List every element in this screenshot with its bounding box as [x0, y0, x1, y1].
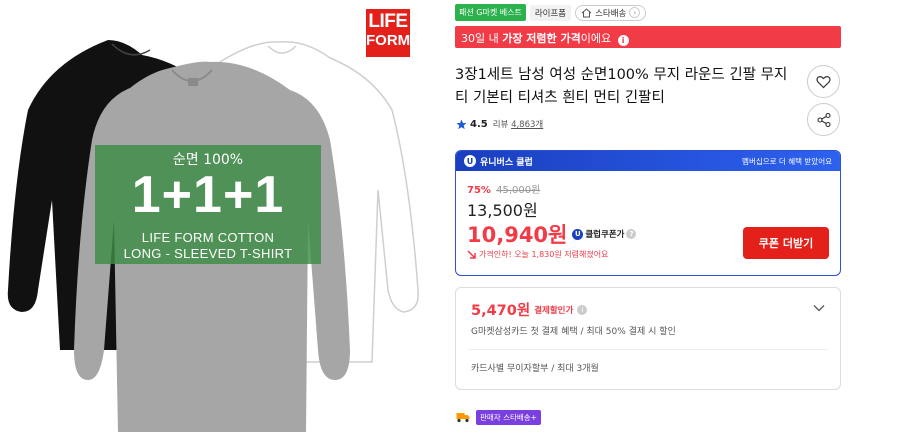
banner-highlight: 가장 저렴한 가격: [502, 32, 581, 45]
product-image[interactable]: LIFE FORM 순면 100% 1+1+1 LIFE FORM COTTON…: [0, 0, 440, 432]
sale-price: 13,500원: [467, 201, 538, 220]
heart-icon: [816, 75, 831, 88]
price-drop-notice: 가격인하! 오늘 1,830원 저렴해졌어요: [467, 249, 608, 260]
payment-price-label: 결제할인가: [534, 305, 574, 316]
lowest-price-banner: 30일 내 가장 저렴한 가격이에요 i: [455, 26, 841, 48]
chevron-down-icon[interactable]: [813, 302, 825, 314]
coupon-price-row: 10,940원 U 클럽쿠폰가 ?: [467, 219, 637, 249]
banner-suffix: 이에요: [580, 32, 612, 45]
payment-info-icon[interactable]: i: [577, 304, 588, 315]
review-count: 4,863개: [511, 120, 544, 130]
club-title-text: 유니버스 클럽: [480, 157, 533, 168]
wishlist-button[interactable]: [807, 65, 840, 98]
original-price: 45,000원: [496, 185, 541, 196]
review-link[interactable]: 리뷰 4,863개: [493, 118, 544, 130]
product-title: 3장1세트 남성 여성 순면100% 무지 라운드 긴팔 무지티 기본티 티셔츠…: [455, 67, 788, 106]
review-label: 리뷰: [492, 120, 509, 130]
promo-bundle-text: 1+1+1: [131, 166, 285, 224]
home-icon: [581, 7, 592, 17]
price-drop-text: 가격인하! 오늘 1,830원 저렴해졌어요: [479, 250, 609, 259]
truck-icon: [456, 413, 470, 423]
payment-discount-box[interactable]: 5,470원 결제할인가 i G마켓삼성카드 첫 결제 혜택 / 최대 50% …: [455, 287, 841, 390]
best-badge[interactable]: 패션 G마켓 베스트: [455, 4, 526, 21]
share-icon: [816, 112, 831, 127]
logo-text-line1: LIFE: [368, 11, 408, 32]
club-benefit-link[interactable]: 멤버십으로 더 혜택 받았어요: [742, 156, 832, 167]
promo-overlay: 순면 100% 1+1+1 LIFE FORM COTTON LONG - SL…: [95, 145, 321, 264]
rating-score: 4.5: [470, 118, 488, 130]
discount-row: 75% 45,000원: [467, 181, 540, 196]
seller-star-delivery-badge[interactable]: 판매자 스타배송+: [476, 410, 541, 425]
coupon-price: 10,940원: [467, 223, 568, 247]
info-icon[interactable]: i: [617, 35, 629, 46]
help-icon[interactable]: ?: [626, 229, 637, 239]
chevron-right-icon: ›: [629, 7, 641, 18]
star-shipping-label: 스타배송: [595, 8, 627, 19]
installment-info: 카드사별 무이자할부 / 최대 3개월: [471, 364, 599, 374]
club-header: U 유니버스 클럽 멤버십으로 더 혜택 받았어요: [456, 151, 840, 171]
star-icon: [456, 119, 467, 129]
club-price-box: U 유니버스 클럽 멤버십으로 더 혜택 받았어요 75% 45,000원 13…: [455, 150, 841, 276]
discount-rate: 75%: [467, 185, 491, 196]
down-arrow-icon: [467, 250, 476, 259]
badge-row: 패션 G마켓 베스트 라이프폼 스타배송 ›: [455, 4, 647, 21]
coupon-label-text: 클럽쿠폰가: [585, 230, 625, 240]
share-button[interactable]: [807, 103, 840, 136]
star-shipping-link[interactable]: 스타배송 ›: [575, 4, 647, 21]
payment-price: 5,470원: [471, 303, 531, 319]
payment-price-row: 5,470원 결제할인가 i: [471, 299, 588, 320]
get-coupon-button[interactable]: 쿠폰 더받기: [743, 227, 829, 259]
promo-brand-text: LIFE FORM COTTON: [141, 230, 275, 245]
coupon-label: U 클럽쿠폰가 ?: [572, 228, 637, 240]
promo-product-text: LONG - SLEEVED T-SHIRT: [123, 246, 293, 261]
store-link[interactable]: 라이프폼: [529, 4, 572, 21]
club-coupon-icon: U: [572, 228, 584, 240]
delivery-row: 판매자 스타배송+: [456, 410, 541, 425]
universe-club-icon: U: [464, 155, 476, 167]
logo-text-line2: FORM: [366, 32, 411, 49]
banner-prefix: 30일 내: [461, 32, 503, 45]
rating-row: 4.5 리뷰 4,863개: [456, 118, 543, 130]
brand-logo: LIFE FORM: [366, 9, 410, 57]
payment-description: G마켓삼성카드 첫 결제 혜택 / 최대 50% 결제 시 할인: [471, 327, 676, 337]
divider: [468, 349, 828, 350]
club-title: U 유니버스 클럽: [464, 155, 533, 168]
